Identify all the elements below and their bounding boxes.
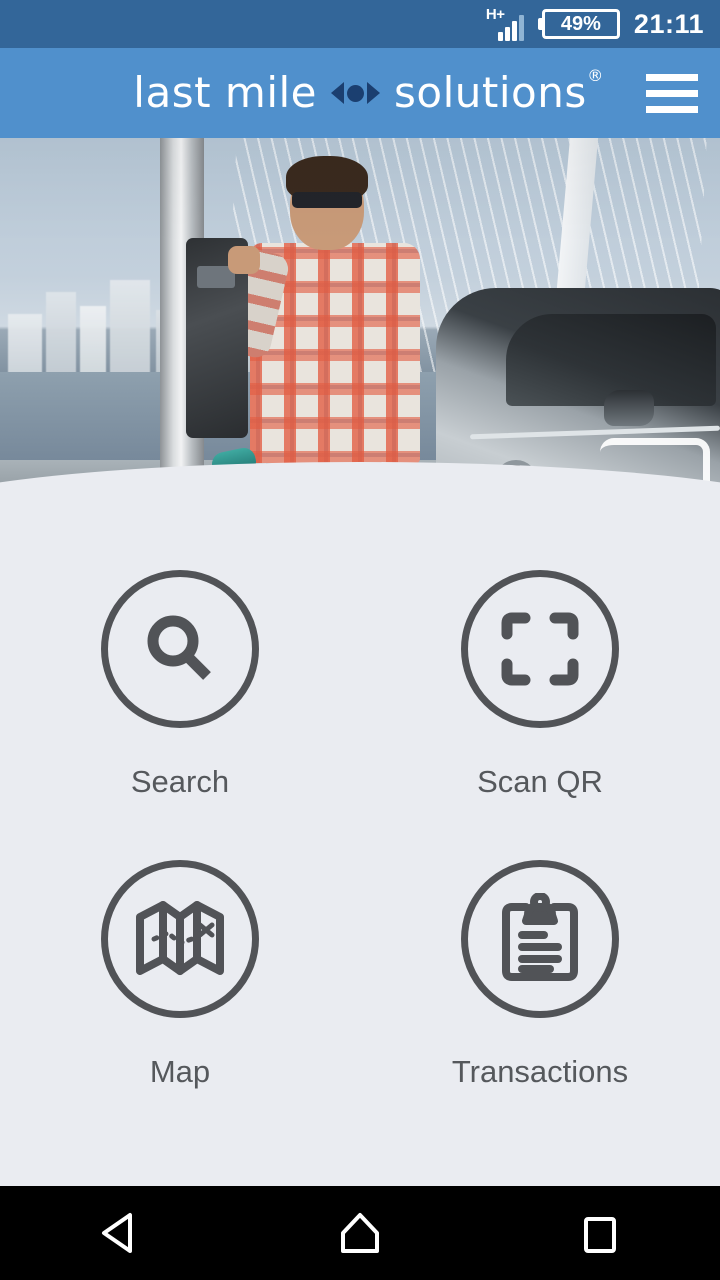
app-header: last mile solutions ® (0, 48, 720, 138)
square-icon (584, 1217, 616, 1253)
content-panel: Search Scan QR Map Transactions (0, 462, 720, 1280)
hamburger-menu-icon[interactable] (646, 48, 698, 138)
nav-recents-button[interactable] (540, 1186, 660, 1280)
folded-map-icon (101, 860, 259, 1018)
tile-label-map: Map (149, 1054, 211, 1089)
brand-logo[interactable]: last mile solutions ® (133, 68, 603, 117)
logo-text-second-label: solutions (394, 68, 587, 117)
home-icon (341, 1213, 379, 1253)
clipboard-icon (461, 860, 619, 1018)
network-type-label: H+ (485, 6, 505, 23)
battery-icon: 49% (541, 9, 620, 39)
trademark-symbol: ® (587, 66, 604, 85)
nav-home-button[interactable] (300, 1186, 420, 1280)
tile-search[interactable]: Search (0, 570, 360, 800)
tile-label-search: Search (130, 764, 230, 799)
signal-indicator: H+ (485, 6, 524, 41)
clock-label: 21:11 (633, 8, 704, 39)
tile-transactions[interactable]: Transactions (360, 860, 720, 1090)
magnifier-icon (101, 570, 259, 728)
back-triangle-icon (102, 1213, 132, 1253)
logo-text-second: solutions ® (394, 68, 603, 114)
battery-percent-label: 49% (560, 13, 601, 35)
tile-label-scan-qr: Scan QR (477, 764, 603, 799)
logo-text-first: last mile (133, 68, 317, 117)
android-nav-bar (0, 1186, 720, 1280)
tile-map[interactable]: Map (0, 860, 360, 1090)
status-bar: H+ 49% 21:11 (0, 0, 720, 48)
battery-indicator: 49% (537, 9, 620, 39)
eye-icon (331, 82, 380, 104)
tile-label-transactions: Transactions (451, 1054, 629, 1089)
action-grid: Search Scan QR Map Transactions (0, 570, 720, 1090)
scan-frame-icon (461, 570, 619, 728)
app-screen: H+ 49% 21:11 last mile solutions ® Searc… (0, 0, 720, 1280)
tile-scan-qr[interactable]: Scan QR (360, 570, 720, 800)
nav-back-button[interactable] (60, 1186, 180, 1280)
hero-image (0, 138, 720, 500)
